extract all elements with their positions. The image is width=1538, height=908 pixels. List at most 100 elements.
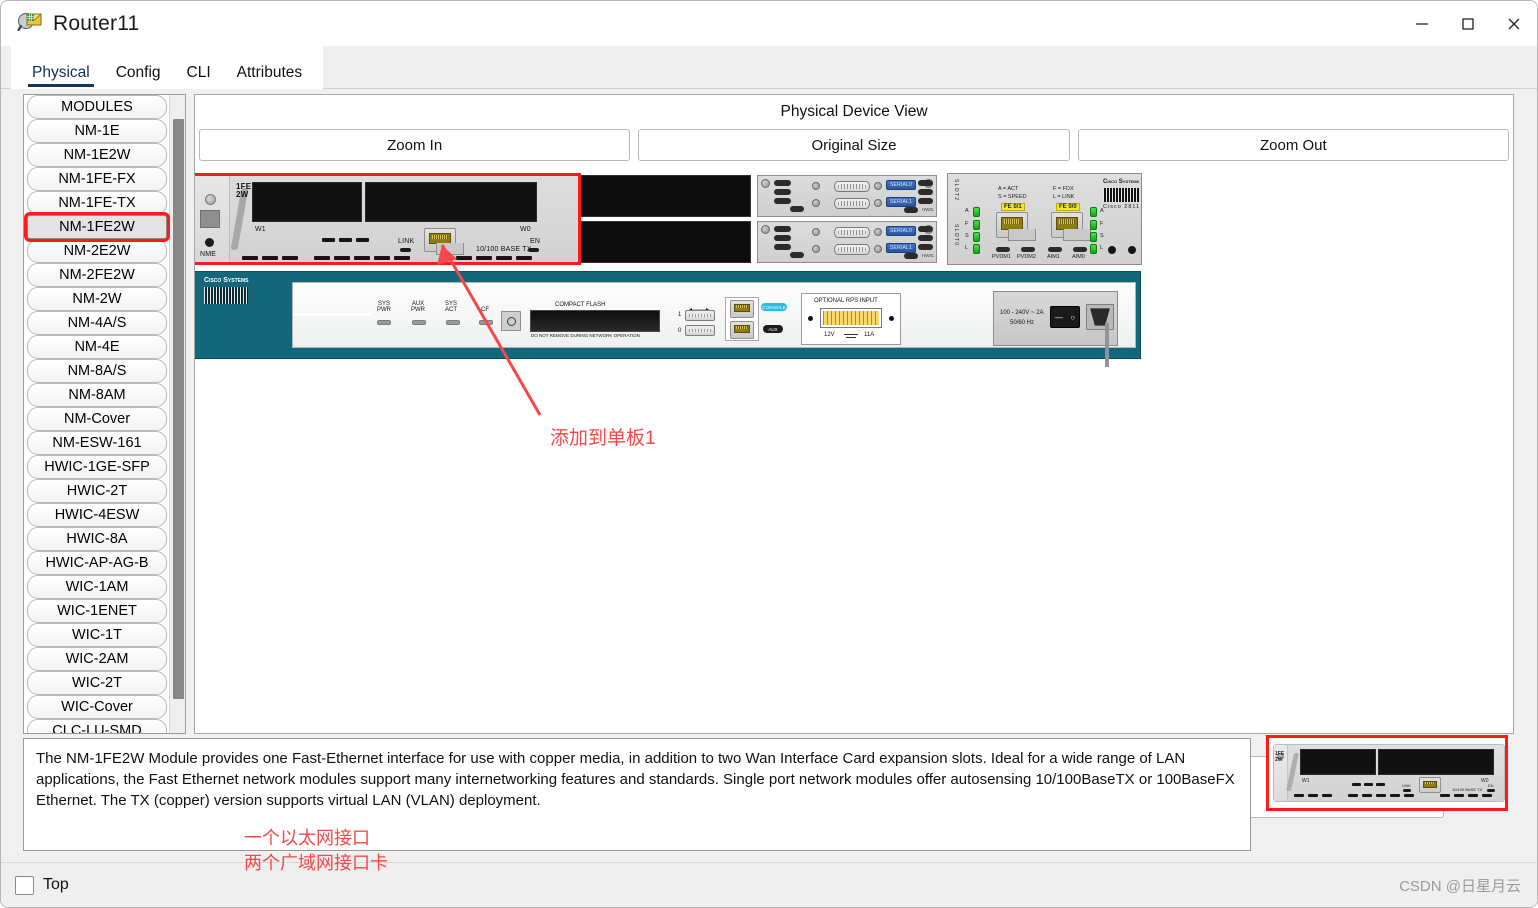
nme-label: NME — [200, 251, 217, 258]
nm-1fe2w-module-graphic[interactable]: NME 1FE 2W W1 W0 LINK 10/100 BASE TX EN — [195, 173, 581, 265]
module-item-nm-1e2w[interactable]: NM-1E2W — [27, 143, 167, 167]
tab-physical[interactable]: Physical — [19, 60, 103, 89]
module-item-nm-2e2w[interactable]: NM-2E2W — [27, 239, 167, 263]
compact-flash-warning: DO NOT REMOVE DURING NETWORK OPERATION — [531, 333, 640, 338]
module-name-line2: 2W — [236, 190, 249, 199]
module-preview-thumbnail[interactable]: 1FE 2W W1 W0 LINK 10/100 BASE TX EN — [1266, 735, 1508, 811]
module-item-nm-cover[interactable]: NM-Cover — [27, 407, 167, 431]
led-label-f-right: F — [1100, 221, 1104, 227]
psu-frequency: 50/60 Hz — [1010, 320, 1035, 326]
wic-card-slot0[interactable]: SERIAL0 SERIAL1 HWIC — [757, 221, 937, 263]
module-item-wic-1am[interactable]: WIC-1AM — [27, 575, 167, 599]
tab-cli[interactable]: CLI — [174, 60, 224, 89]
module-item-nm-2fe2w[interactable]: NM-2FE2W — [27, 263, 167, 287]
pvdm1-label: PVDM1 — [992, 254, 1011, 260]
wic-bay-w1[interactable] — [252, 182, 362, 222]
slot0-label: SLOT0 — [953, 224, 959, 247]
module-item-nm-1fe-fx[interactable]: NM-1FE-FX — [27, 167, 167, 191]
router-motherboard-panel: SLOT2 SLOT0 A = ACT S = SPEED F = FDX L … — [947, 173, 1142, 265]
usb-port-0[interactable] — [685, 325, 715, 336]
module-item-wic-2am[interactable]: WIC-2AM — [27, 647, 167, 671]
zoom-in-button[interactable]: Zoom In — [199, 129, 631, 161]
aux-port[interactable] — [730, 321, 754, 339]
device-canvas[interactable]: NME 1FE 2W W1 W0 LINK 10/100 BASE TX EN … — [195, 173, 1513, 733]
power-switch[interactable]: — ○ — [1050, 306, 1080, 328]
module-item-nm-8am[interactable]: NM-8AM — [27, 383, 167, 407]
module-item-hwic-1ge-sfp[interactable]: HWIC-1GE-SFP — [27, 455, 167, 479]
cisco-front-brand: Cisco Systems — [204, 277, 249, 284]
power-inlet[interactable] — [1086, 304, 1114, 330]
module-item-nm-2w[interactable]: NM-2W — [27, 287, 167, 311]
front-face-plate: SYSPWR AUXPWR SYSACT CF COMPACT FLASH — [292, 282, 1136, 367]
top-checkbox-label: Top — [43, 876, 69, 893]
module-item-hwic-2t[interactable]: HWIC-2T — [27, 479, 167, 503]
rps-title: OPTIONAL RPS INPUT — [814, 298, 878, 304]
original-size-button[interactable]: Original Size — [638, 129, 1070, 161]
module-item-modules[interactable]: MODULES — [27, 95, 167, 119]
fe01-port[interactable] — [996, 212, 1036, 241]
module-item-hwic-8a[interactable]: HWIC-8A — [27, 527, 167, 551]
sys-act-led — [446, 320, 460, 325]
fe00-port[interactable] — [1051, 212, 1091, 241]
psu-off-symbol: ○ — [1070, 312, 1076, 322]
packet-tracer-device-icon — [17, 11, 43, 37]
slot2-label: SLOT2 — [953, 179, 959, 202]
enable-led — [528, 248, 539, 252]
annotation-add-to-slot1: 添加到单板1 — [550, 428, 656, 449]
window-controls — [1399, 1, 1537, 46]
aux-pwr-label: AUX PWR — [411, 301, 425, 313]
module-item-wic-2t[interactable]: WIC-2T — [27, 671, 167, 695]
module-item-nm-8a-s[interactable]: NM-8A/S — [27, 359, 167, 383]
router-front-chassis: SYSPWR AUXPWR SYSACT CF COMPACT FLASH — [195, 271, 1141, 367]
close-button[interactable] — [1491, 1, 1537, 46]
module-item-hwic-ap-ag-b[interactable]: HWIC-AP-AG-B — [27, 551, 167, 575]
minimize-button[interactable] — [1399, 1, 1445, 46]
led-label-l-right: L — [1100, 245, 1104, 251]
module-item-nm-esw-161[interactable]: NM-ESW-161 — [27, 431, 167, 455]
sys-pwr-label: SYS PWR — [377, 301, 391, 313]
module-description: The NM-1FE2W Module provides one Fast-Et… — [23, 738, 1251, 851]
annotation-one-ethernet-interface: 一个以太网接口 — [244, 828, 370, 848]
top-checkbox[interactable] — [15, 875, 34, 895]
power-cord — [1105, 323, 1109, 367]
tab-config[interactable]: Config — [103, 60, 174, 89]
maximize-button[interactable] — [1445, 1, 1491, 46]
wic-bay-w0[interactable] — [365, 182, 537, 222]
rps-connector[interactable] — [820, 308, 882, 328]
module-item-clc-lu-smd[interactable]: CLC-LU-SMD — [27, 719, 167, 733]
power-supply-panel: 100 - 240V ~ 2A 50/60 Hz — ○ — [993, 291, 1118, 346]
console-port[interactable] — [730, 300, 754, 318]
speed-label: 10/100 BASE TX — [476, 246, 532, 253]
compact-flash-slot[interactable] — [530, 310, 660, 332]
module-item-nm-1fe-tx[interactable]: NM-1FE-TX — [27, 191, 167, 215]
pvdm2-label: PVDM2 — [1017, 254, 1036, 260]
module-item-wic-1t[interactable]: WIC-1T — [27, 623, 167, 647]
module-item-hwic-4esw[interactable]: HWIC-4ESW — [27, 503, 167, 527]
module-item-wic-cover[interactable]: WIC-Cover — [27, 695, 167, 719]
module-item-nm-1fe2w[interactable]: NM-1FE2W — [27, 215, 167, 239]
wic-card-slot2[interactable]: SERIAL0 SERIAL1 HWIC — [757, 175, 937, 217]
fastethernet-port[interactable] — [424, 228, 464, 255]
modules-scrollbar-thumb[interactable] — [173, 119, 184, 699]
zoom-out-button[interactable]: Zoom Out — [1077, 129, 1509, 161]
led-label-s-left: S — [965, 233, 969, 239]
modules-list[interactable]: MODULES NM-1E NM-1E2W NM-1FE-FX NM-1FE-TX NM-… — [24, 95, 170, 733]
hwic-label-upper: HWIC — [922, 207, 934, 212]
cf-led — [479, 320, 493, 325]
module-item-nm-4e[interactable]: NM-4E — [27, 335, 167, 359]
module-item-wic-1enet[interactable]: WIC-1ENET — [27, 599, 167, 623]
cisco-systems-brand: Cisco Systems — [1103, 179, 1140, 185]
zoom-controls: Zoom In Original Size Zoom Out — [195, 121, 1513, 161]
legend-fdx: F = FDX — [1053, 186, 1074, 192]
led-label-l-left: L — [965, 245, 969, 251]
module-item-nm-1e[interactable]: NM-1E — [27, 119, 167, 143]
led-label-s-right: S — [1100, 233, 1104, 239]
serial0-label-lower: SERIAL0 — [886, 226, 916, 236]
legend-speed: S = SPEED — [998, 194, 1027, 200]
tab-attributes[interactable]: Attributes — [224, 60, 315, 89]
module-item-nm-4a-s[interactable]: NM-4A/S — [27, 311, 167, 335]
rps-input-box: OPTIONAL RPS INPUT 12V 11A — [801, 293, 901, 345]
modules-scrollbar[interactable] — [169, 95, 185, 733]
usb-port-1[interactable] — [685, 310, 715, 321]
cisco-model: Cisco 2811 — [1103, 204, 1141, 210]
